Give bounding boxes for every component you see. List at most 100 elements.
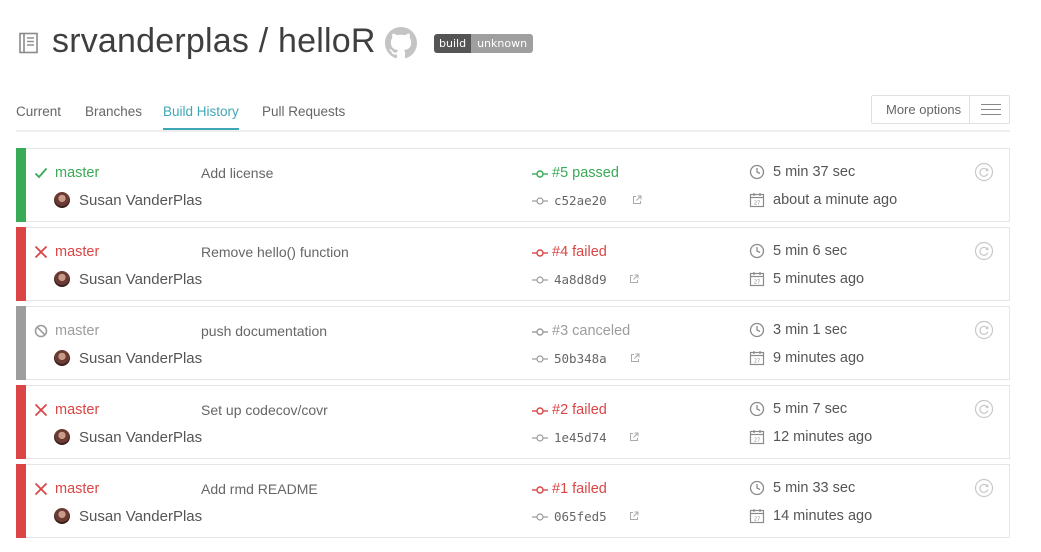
calendar-icon: 27 <box>749 509 765 524</box>
tab-pull-requests[interactable]: Pull Requests <box>262 104 345 119</box>
build-row[interactable]: master Add license Susan VanderPlas #5 p… <box>16 148 1010 222</box>
clock-icon <box>749 164 765 180</box>
build-status-badge[interactable]: build unknown <box>434 34 534 53</box>
finished-time: 9 minutes ago <box>773 350 865 366</box>
author-name: Susan VanderPlas <box>79 192 203 209</box>
build-number-status[interactable]: #5 passed <box>552 165 619 181</box>
x-icon <box>34 403 48 417</box>
build-number-status[interactable]: #4 failed <box>552 244 607 260</box>
svg-text:27: 27 <box>754 359 760 365</box>
build-number-status[interactable]: #3 canceled <box>552 323 630 339</box>
commit-sha[interactable]: 1e45d74 <box>554 430 607 445</box>
restart-icon[interactable] <box>974 320 994 340</box>
external-link-icon[interactable] <box>629 274 639 284</box>
external-link-icon[interactable] <box>629 511 639 521</box>
build-number-status[interactable]: #1 failed <box>552 481 607 497</box>
badge-label: build <box>434 34 472 53</box>
author-name: Susan VanderPlas <box>79 429 203 446</box>
calendar-icon: 27 <box>749 351 765 366</box>
external-link-icon[interactable] <box>629 432 639 442</box>
commit-icon <box>532 513 548 521</box>
commit-sha[interactable]: 065fed5 <box>554 509 607 524</box>
restart-icon[interactable] <box>974 162 994 182</box>
commit-sha[interactable]: 4a8d8d9 <box>554 272 607 287</box>
tab-build-history[interactable]: Build History <box>163 104 239 119</box>
branch-name[interactable]: master <box>55 323 99 339</box>
branch-name[interactable]: master <box>55 165 99 181</box>
repo-book-icon <box>19 32 38 54</box>
build-row[interactable]: master Remove hello() function Susan Van… <box>16 227 1010 301</box>
avatar <box>54 508 70 524</box>
active-tab-indicator <box>163 128 239 130</box>
author-name: Susan VanderPlas <box>79 508 203 525</box>
canceled-icon <box>34 324 48 338</box>
check-icon <box>34 167 48 179</box>
tab-current[interactable]: Current <box>16 104 61 119</box>
commit-icon <box>532 197 548 205</box>
avatar <box>54 429 70 445</box>
page-header: srvanderplas / helloR build unknown <box>0 0 1041 90</box>
calendar-icon: 27 <box>749 272 765 287</box>
restart-icon[interactable] <box>974 478 994 498</box>
commit-sha[interactable]: 50b348a <box>554 351 607 366</box>
branch-name[interactable]: master <box>55 402 99 418</box>
svg-text:27: 27 <box>754 201 760 207</box>
external-link-icon[interactable] <box>632 195 642 205</box>
tab-bar: Current Branches Build History Pull Requ… <box>16 96 1010 132</box>
github-icon[interactable] <box>385 27 417 59</box>
build-row[interactable]: master Add rmd README Susan VanderPlas #… <box>16 464 1010 538</box>
build-duration: 5 min 37 sec <box>773 164 856 180</box>
clock-icon <box>749 322 765 338</box>
clock-icon <box>749 480 765 496</box>
build-commit-icon <box>532 407 548 415</box>
build-row[interactable]: master push documentation Susan VanderPl… <box>16 306 1010 380</box>
build-commit-icon <box>532 170 548 178</box>
build-duration: 5 min 33 sec <box>773 480 856 496</box>
branch-name[interactable]: master <box>55 481 99 497</box>
clock-icon <box>749 243 765 259</box>
commit-message: push documentation <box>201 323 328 339</box>
clock-icon <box>749 401 765 417</box>
build-duration: 5 min 6 sec <box>773 243 848 259</box>
hamburger-icon[interactable] <box>970 96 1009 123</box>
commit-message: Remove hello() function <box>201 244 349 260</box>
branch-name[interactable]: master <box>55 244 99 260</box>
status-bar <box>16 464 26 538</box>
repo-title[interactable]: srvanderplas / helloR <box>52 22 376 61</box>
x-icon <box>34 245 48 259</box>
commit-message: Add license <box>201 165 274 181</box>
build-duration: 5 min 7 sec <box>773 401 848 417</box>
avatar <box>54 350 70 366</box>
svg-text:27: 27 <box>754 280 760 286</box>
x-icon <box>34 482 48 496</box>
more-options-button[interactable]: More options <box>871 95 1010 124</box>
finished-time: 5 minutes ago <box>773 271 865 287</box>
author-name: Susan VanderPlas <box>79 350 203 367</box>
build-row[interactable]: master Set up codecov/covr Susan VanderP… <box>16 385 1010 459</box>
build-commit-icon <box>532 328 548 336</box>
finished-time: 14 minutes ago <box>773 508 873 524</box>
svg-text:27: 27 <box>754 438 760 444</box>
calendar-icon: 27 <box>749 193 765 208</box>
tab-branches[interactable]: Branches <box>85 104 142 119</box>
finished-time: 12 minutes ago <box>773 429 873 445</box>
build-duration: 3 min 1 sec <box>773 322 848 338</box>
build-commit-icon <box>532 486 548 494</box>
commit-message: Set up codecov/covr <box>201 402 328 418</box>
author-name: Susan VanderPlas <box>79 271 203 288</box>
svg-text:27: 27 <box>754 517 760 523</box>
avatar <box>54 192 70 208</box>
restart-icon[interactable] <box>974 241 994 261</box>
status-bar <box>16 148 26 222</box>
external-link-icon[interactable] <box>630 353 640 363</box>
build-commit-icon <box>532 249 548 257</box>
status-bar <box>16 306 26 380</box>
commit-icon <box>532 355 548 363</box>
avatar <box>54 271 70 287</box>
restart-icon[interactable] <box>974 399 994 419</box>
commit-sha[interactable]: c52ae20 <box>554 193 607 208</box>
commit-message: Add rmd README <box>201 481 318 497</box>
build-number-status[interactable]: #2 failed <box>552 402 607 418</box>
badge-value: unknown <box>471 34 534 53</box>
commit-icon <box>532 434 548 442</box>
